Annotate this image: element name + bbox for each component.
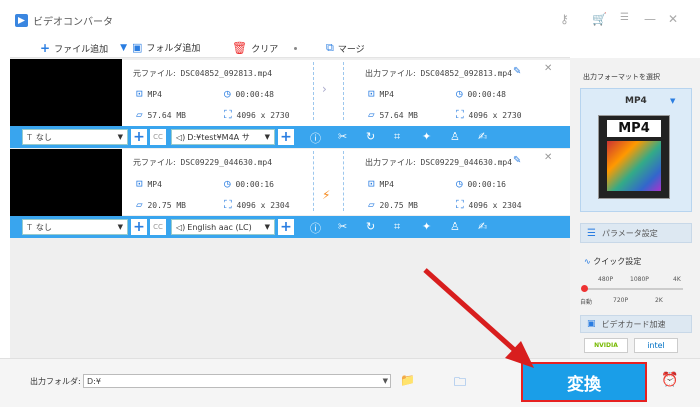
annotation-arrow (423, 268, 534, 368)
